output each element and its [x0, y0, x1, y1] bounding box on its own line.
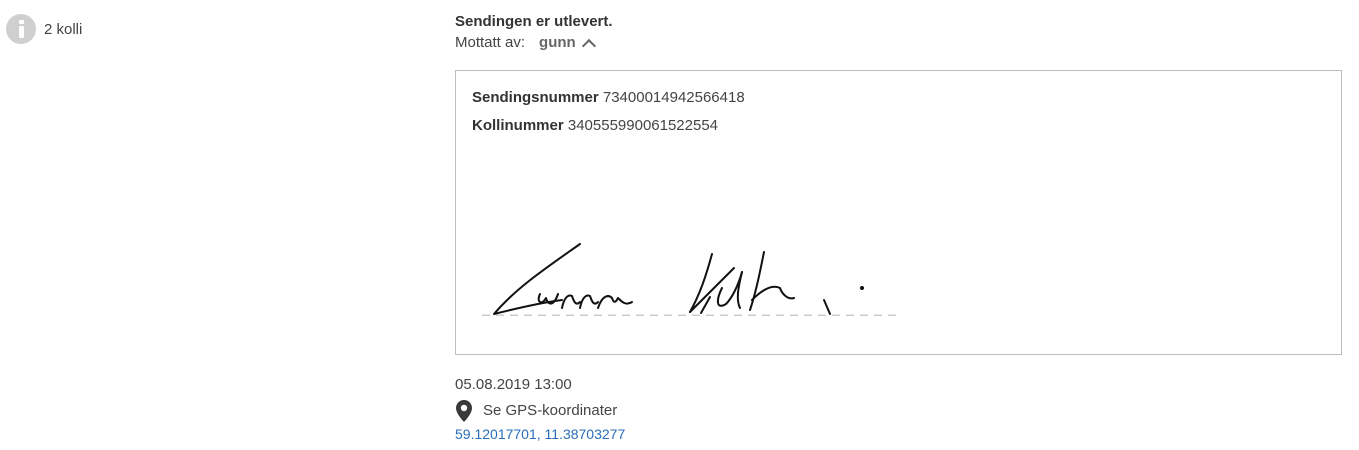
signature-image [482, 243, 896, 316]
received-by-row: Mottatt av: gunn [455, 32, 1342, 54]
gps-row: Se GPS-koordinater [455, 399, 625, 423]
package-number-label: Kollinummer [472, 117, 564, 134]
delivery-meta: 05.08.2019 13:00 Se GPS-koordinater 59.1… [455, 375, 625, 442]
package-number-row: Kollinummer 340555990061522554 [472, 117, 718, 134]
info-icon [6, 14, 36, 44]
colli-count: 2 kolli [44, 20, 83, 38]
delivery-status-title: Sendingen er utlevert. [455, 13, 613, 30]
shipment-number-label: Sendingsnummer [472, 89, 599, 106]
colli-summary: 2 kolli [6, 14, 82, 44]
shipment-number-value: 73400014942566418 [602, 89, 745, 106]
gps-label: Se GPS-koordinater [483, 402, 618, 419]
shipment-tracking-panel: 2 kolli Sendingen er utlevert. Mottatt a… [0, 0, 1359, 450]
map-pin-icon [456, 400, 472, 422]
delivery-section: Sendingen er utlevert. Mottatt av: gunn … [455, 12, 1342, 355]
shipment-number-row: Sendingsnummer 73400014942566418 [472, 89, 745, 106]
received-by-label: Mottatt av: [455, 34, 526, 51]
received-by-toggle[interactable]: gunn [539, 32, 576, 54]
gps-coordinates-link[interactable]: 59.12017701, 11.38703277 [455, 426, 625, 442]
delivery-details-box: Sendingsnummer 73400014942566418 Kollinu… [455, 70, 1342, 355]
signature-mark [700, 296, 711, 314]
delivery-timestamp: 05.08.2019 13:00 [455, 376, 572, 393]
package-number-value: 340555990061522554 [567, 117, 719, 134]
chevron-up-icon[interactable] [581, 38, 596, 53]
